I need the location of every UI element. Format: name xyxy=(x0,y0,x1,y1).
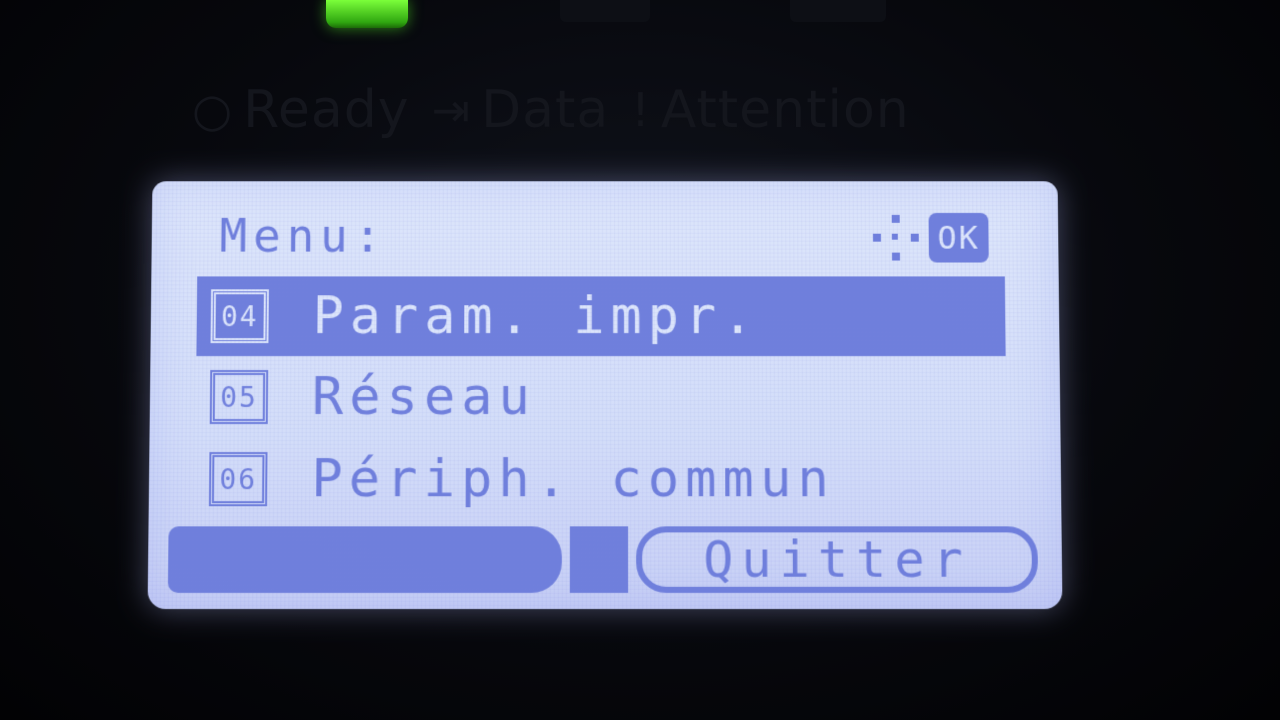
lcd-screen: Menu: OK 04 Param. impr. 05 Réseau 06 Pé… xyxy=(148,181,1063,609)
panel-key[interactable] xyxy=(790,0,886,22)
circle-icon: ○ xyxy=(192,83,233,137)
menu-title: Menu: xyxy=(219,209,387,263)
data-indicator: ⇥ Data xyxy=(432,80,610,140)
panel-key[interactable] xyxy=(560,0,650,22)
data-icon: ⇥ xyxy=(432,83,472,137)
softkey-bar: Quitter xyxy=(168,524,1042,595)
item-label: Param. impr. xyxy=(312,286,759,346)
ok-badge: OK xyxy=(929,213,989,263)
arrows-icon xyxy=(869,211,923,265)
data-label: Data xyxy=(481,80,609,140)
item-label: Réseau xyxy=(312,367,536,427)
status-indicators: ○ Ready ⇥ Data ! Attention xyxy=(192,80,910,140)
item-number: 05 xyxy=(210,370,268,424)
softkey-divider xyxy=(570,526,628,593)
item-label: Périph. commun xyxy=(311,449,835,509)
menu-item-periph-commun[interactable]: 06 Périph. commun xyxy=(195,438,1008,520)
menu-item-param-impr[interactable]: 04 Param. impr. xyxy=(196,276,1005,356)
item-number: 04 xyxy=(211,289,269,343)
left-softkey[interactable] xyxy=(168,526,562,593)
attention-indicator: ! Attention xyxy=(631,80,909,140)
ready-indicator: ○ Ready xyxy=(192,80,410,140)
ready-label: Ready xyxy=(243,80,409,140)
quit-softkey[interactable]: Quitter xyxy=(636,526,1038,593)
item-number: 06 xyxy=(209,452,268,506)
exclamation-icon: ! xyxy=(631,83,650,137)
navigation-hint: OK xyxy=(869,211,989,265)
status-key[interactable] xyxy=(326,0,408,28)
attention-label: Attention xyxy=(661,80,910,140)
menu-list: 04 Param. impr. 05 Réseau 06 Périph. com… xyxy=(195,276,1008,520)
menu-item-reseau[interactable]: 05 Réseau xyxy=(196,356,1007,438)
